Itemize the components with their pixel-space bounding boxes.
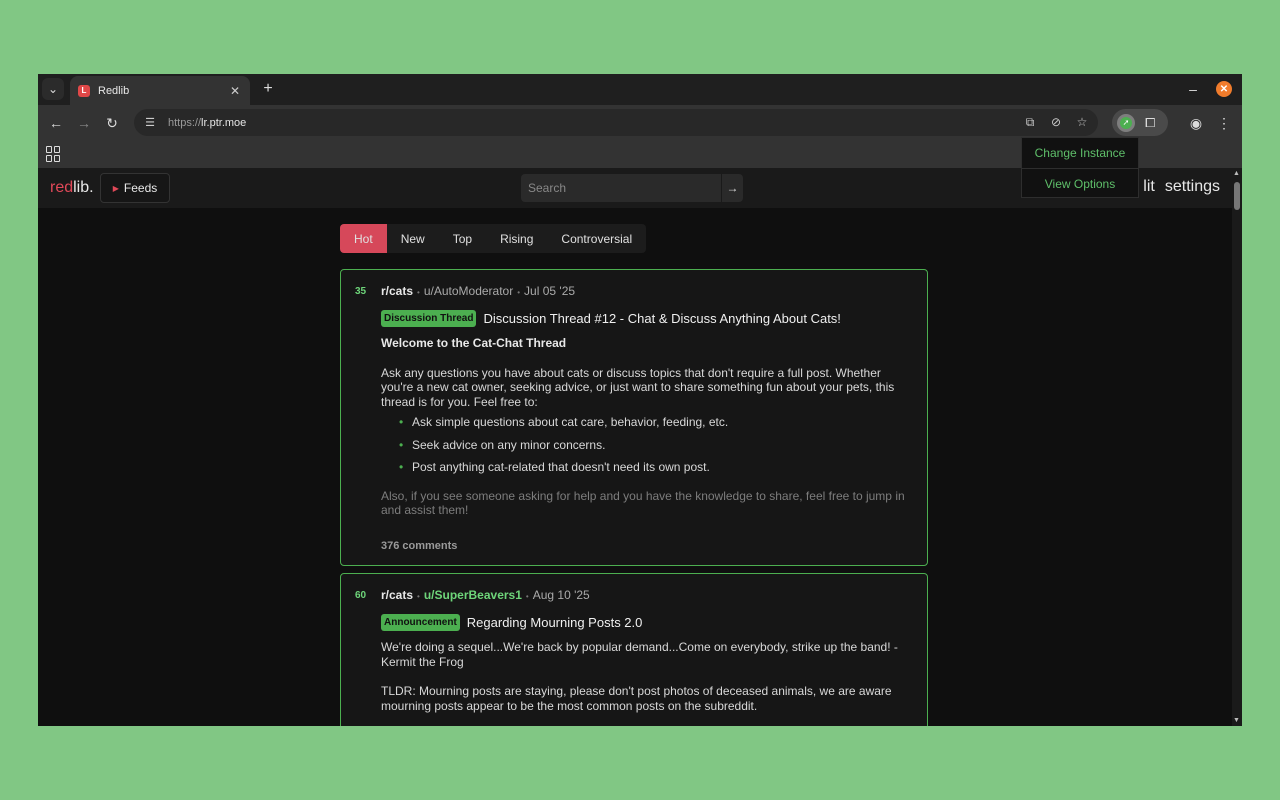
post-body-paragraph: Ask any questions you have about cats or… [381, 365, 895, 409]
tab-title: Redlib [98, 84, 130, 97]
post-score: 35 [355, 286, 367, 297]
post-body: We're doing a sequel...We're back by pop… [381, 640, 913, 713]
extension-popup-menu: Change Instance View Options [1021, 137, 1139, 198]
redlib-page: redlib. ▶ Feeds → lit settings Hot New T… [38, 168, 1232, 726]
author-link[interactable]: u/SuperBeavers1 [424, 588, 522, 602]
tab-search-chevron-icon[interactable]: ⌄ [42, 78, 64, 100]
tab-close-icon[interactable]: ✕ [228, 84, 242, 98]
settings-link[interactable]: settings [1165, 178, 1220, 196]
post-score: 60 [355, 590, 367, 601]
list-item: Seek advice on any minor concerns. [381, 438, 913, 453]
browser-tab[interactable]: L Redlib ✕ [70, 76, 250, 105]
tab-hot[interactable]: Hot [340, 224, 387, 253]
browser-toolbar: ← → ↻ ☰ https://lr.ptr.moe ⧉ ⊘ ☆ ➚ ⧠ ◉ ⋮ [38, 105, 1242, 140]
scroll-thumb[interactable] [1234, 182, 1240, 210]
post-title[interactable]: Regarding Mourning Posts 2.0 [467, 615, 643, 630]
forward-arrow-icon[interactable]: → [74, 113, 94, 133]
post-card[interactable]: 60 r/cats • u/SuperBeavers1 • Aug 10 '25 Ann… [340, 573, 928, 726]
post-body-faded-text: Also, if you see someone asking for help… [381, 488, 905, 518]
scroll-up-arrow-icon[interactable]: ▲ [1233, 170, 1240, 177]
minimize-icon[interactable]: – [1184, 80, 1202, 98]
redlib-logo[interactable]: redlib. [50, 179, 94, 197]
nav-link-partial[interactable]: lit [1143, 178, 1155, 196]
scroll-down-arrow-icon[interactable]: ▼ [1233, 717, 1240, 724]
profile-icon[interactable]: ◉ [1186, 113, 1206, 133]
post-meta: r/cats • u/SuperBeavers1 • Aug 10 '25 [381, 588, 590, 602]
feeds-button[interactable]: ▶ Feeds [100, 173, 170, 203]
list-item: Ask simple questions about cat care, beh… [381, 415, 913, 430]
post-meta: r/cats • u/AutoModerator • Jul 05 '25 [381, 284, 576, 298]
post-body-paragraph: We're doing a sequel...We're back by pop… [381, 640, 898, 669]
post-title[interactable]: Discussion Thread #12 - Chat & Discuss A… [483, 311, 840, 326]
post-body-paragraph: TLDR: Mourning posts are staying, please… [381, 684, 892, 713]
change-instance-menu-item[interactable]: Change Instance [1022, 138, 1138, 168]
comments-link[interactable]: 376 comments [381, 540, 457, 552]
view-options-menu-item[interactable]: View Options [1022, 168, 1138, 198]
extensions-area: ➚ ⧠ [1112, 109, 1168, 136]
back-arrow-icon[interactable]: ← [46, 113, 66, 133]
post-date: Aug 10 '25 [532, 588, 590, 602]
sort-tabs: Hot New Top Rising Controversial [340, 224, 647, 253]
post-body: Welcome to the Cat-Chat Thread Ask any q… [381, 336, 913, 518]
list-item: Post anything cat-related that doesn't n… [381, 460, 913, 475]
menu-kebab-icon[interactable]: ⋮ [1214, 113, 1234, 133]
page-scrollbar[interactable]: ▲ ▼ [1232, 168, 1242, 726]
search-submit-arrow-icon[interactable]: → [722, 174, 743, 202]
apps-grid-icon[interactable] [46, 146, 62, 162]
extensions-puzzle-icon[interactable]: ⧠ [1145, 115, 1155, 131]
tab-top[interactable]: Top [439, 224, 486, 253]
tab-controversial[interactable]: Controversial [547, 224, 646, 253]
new-tab-plus-icon[interactable]: + [258, 79, 278, 99]
window-close-icon[interactable]: ✕ [1216, 81, 1232, 97]
tracking-eye-slash-icon[interactable]: ⊘ [1048, 114, 1064, 130]
install-app-icon[interactable]: ⧉ [1022, 114, 1038, 130]
post-card[interactable]: 35 r/cats • u/AutoModerator • Jul 05 '25 Dis… [340, 269, 928, 566]
reload-icon[interactable]: ↻ [102, 113, 122, 133]
bookmark-star-icon[interactable]: ☆ [1074, 114, 1090, 130]
post-flair[interactable]: Announcement [381, 614, 460, 631]
post-body-heading: Welcome to the Cat-Chat Thread [381, 336, 567, 350]
address-bar[interactable]: ☰ https://lr.ptr.moe ⧉ ⊘ ☆ [134, 109, 1098, 136]
post-body-list: Ask simple questions about cat care, beh… [381, 415, 913, 475]
post-date: Jul 05 '25 [524, 284, 576, 298]
redirect-extension-button[interactable]: ➚ [1117, 113, 1135, 132]
play-triangle-icon: ▶ [112, 183, 119, 193]
url-text: https://lr.ptr.moe [168, 116, 247, 129]
tab-new[interactable]: New [387, 224, 439, 253]
author-link[interactable]: u/AutoModerator [424, 284, 513, 298]
subreddit-link[interactable]: r/cats [381, 284, 413, 298]
search-input[interactable] [521, 174, 721, 202]
compass-icon: ➚ [1120, 116, 1132, 129]
subreddit-link[interactable]: r/cats [381, 588, 413, 602]
tab-rising[interactable]: Rising [486, 224, 547, 253]
redlib-favicon-icon: L [78, 84, 90, 97]
tab-strip: ⌄ L Redlib ✕ + – ✕ [38, 74, 1242, 105]
post-flair[interactable]: Discussion Thread [381, 310, 477, 327]
site-settings-icon[interactable]: ☰ [142, 115, 158, 131]
